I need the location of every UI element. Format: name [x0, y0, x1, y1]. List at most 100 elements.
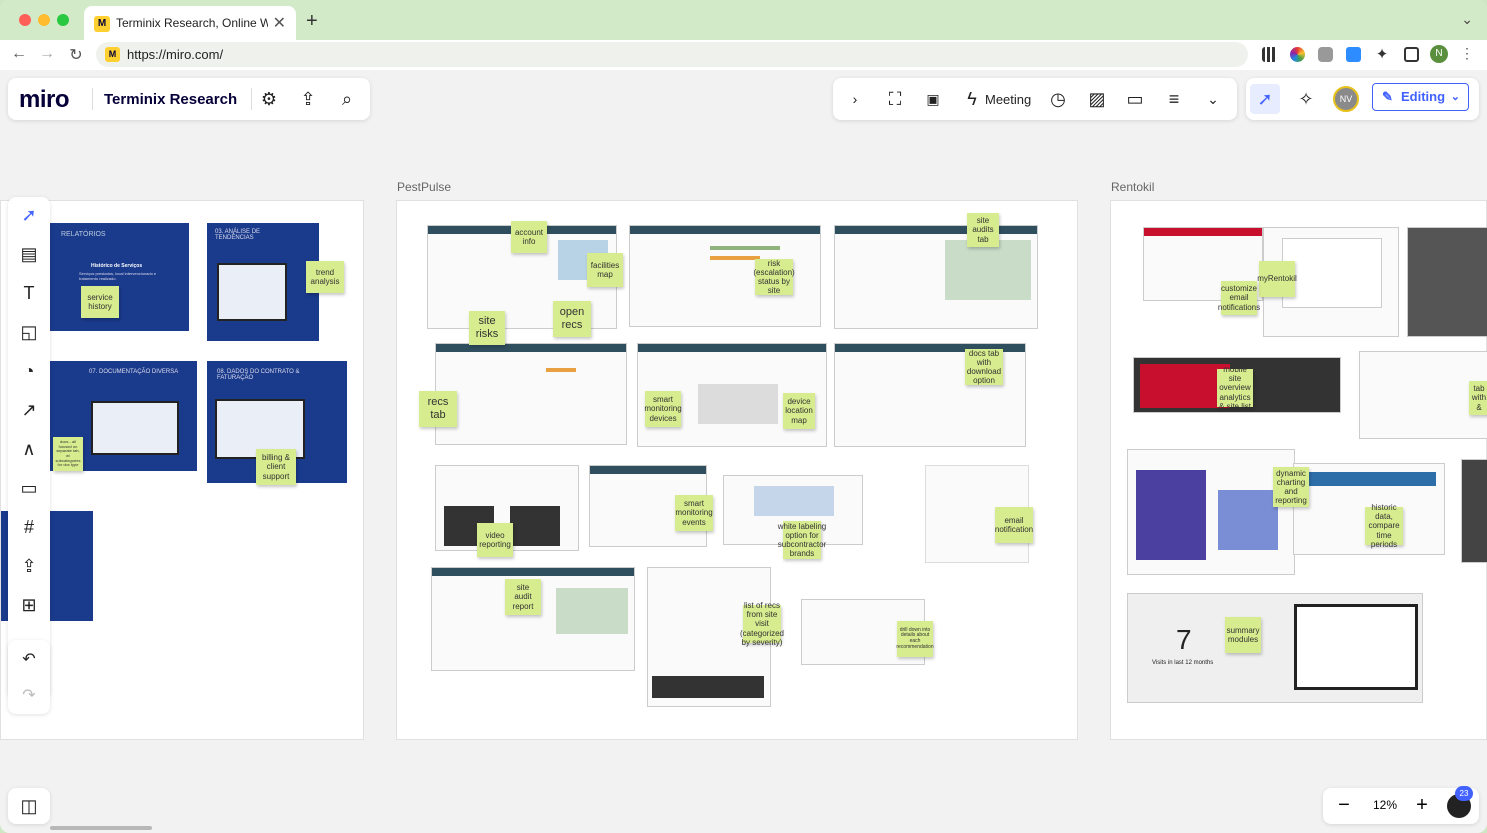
sticky-note[interactable]: site risks: [469, 311, 505, 345]
undo-icon[interactable]: ↶: [15, 646, 43, 674]
sticky-note[interactable]: service history: [81, 286, 119, 318]
settings-gear-icon[interactable]: ⚙: [255, 85, 283, 113]
frame-title-rentokil[interactable]: Rentokil: [1111, 180, 1154, 194]
sticky-note[interactable]: recs tab: [419, 391, 457, 427]
sticky-note[interactable]: white labeling option for subcontractor …: [778, 521, 826, 559]
zoom-video-icon[interactable]: [1346, 47, 1361, 62]
browser-tab[interactable]: M Terminix Research, Online Whi ✕: [84, 6, 296, 40]
timer-dial-icon[interactable]: ◷: [1044, 85, 1072, 113]
summary-visits-label: Visits in last 12 months: [1152, 660, 1214, 666]
browser-tab-bar: M Terminix Research, Online Whi ✕ + ⌄: [0, 0, 1487, 40]
zoom-in-button[interactable]: +: [1411, 794, 1433, 816]
sticky-note[interactable]: billing & client support: [256, 449, 296, 485]
sticky-note[interactable]: drill down into details about each recom…: [896, 621, 934, 657]
maximize-window-button[interactable]: [57, 14, 69, 26]
sticky-note[interactable]: account info: [511, 221, 547, 253]
user-avatar[interactable]: NV: [1333, 86, 1359, 112]
frame-title-pestpulse[interactable]: PestPulse: [397, 180, 451, 194]
close-window-button[interactable]: [19, 14, 31, 26]
sticky-note[interactable]: summary modules: [1225, 617, 1261, 653]
focus-frame-icon[interactable]: ⛶: [881, 85, 909, 113]
side-panel-icon[interactable]: [1404, 47, 1419, 62]
sticky-note[interactable]: trend analysis: [306, 261, 344, 293]
comment-icon[interactable]: ▭: [15, 474, 43, 502]
board-list-panel: ◫: [8, 788, 50, 824]
sticky-note[interactable]: customize email notifications: [1218, 281, 1260, 315]
text-tool-icon[interactable]: T: [15, 279, 43, 307]
browser-toolbar: ← → ↻ M https://miro.com/ ✦ N ⋮: [0, 40, 1487, 70]
zoom-out-button[interactable]: −: [1333, 794, 1355, 816]
frame-pestpulse[interactable]: account info facilities map site risks o…: [396, 200, 1078, 740]
presentation-icon[interactable]: ▭: [1121, 85, 1149, 113]
frame-slides[interactable]: RELATÓRIOS Histórico de Serviços Serviço…: [0, 200, 364, 740]
sticky-note[interactable]: mobile site overview analytics & site li…: [1217, 365, 1253, 411]
sticky-note[interactable]: tab with &: [1469, 381, 1487, 415]
board-name[interactable]: Terminix Research: [104, 91, 237, 108]
pen-icon[interactable]: ∧: [15, 435, 43, 463]
export-upload-icon[interactable]: ⇪: [294, 85, 322, 113]
sticky-note[interactable]: smart monitoring devices: [644, 391, 682, 427]
sticky-note[interactable]: smart monitoring events: [675, 495, 713, 531]
sticky-note[interactable]: device location map: [783, 393, 815, 429]
grid-apps-icon[interactable]: [1262, 47, 1277, 62]
profile-avatar[interactable]: N: [1430, 45, 1448, 63]
slide-documentacao-title: 07. DOCUMENTAÇÃO DIVERSA: [89, 369, 179, 375]
sticky-note[interactable]: historic data, compare time periods: [1365, 503, 1403, 549]
url-text: https://miro.com/: [127, 47, 224, 62]
board-header-panel: miro Terminix Research ⚙ ⇪ ⌕: [8, 78, 370, 120]
sticky-note-icon[interactable]: ◱: [15, 318, 43, 346]
sticky-note[interactable]: risk (escalation) status by site: [753, 259, 794, 296]
notes-list-icon[interactable]: ≡: [1160, 85, 1188, 113]
select-tool-icon[interactable]: ➚: [15, 201, 43, 229]
connection-line-icon[interactable]: ↗: [15, 396, 43, 424]
miro-logo[interactable]: miro: [19, 86, 70, 114]
templates-icon[interactable]: ▤: [15, 240, 43, 268]
minimize-window-button[interactable]: [38, 14, 50, 26]
address-bar[interactable]: M https://miro.com/: [96, 42, 1248, 67]
miro-canvas[interactable]: miro Terminix Research ⚙ ⇪ ⌕ › ⛶ ▣ ϟ Mee…: [0, 70, 1487, 833]
reactions-icon[interactable]: ▨: [1083, 85, 1111, 113]
upload-icon[interactable]: ⇪: [15, 552, 43, 580]
search-icon[interactable]: ⌕: [333, 85, 361, 113]
redo-icon[interactable]: ↷: [15, 682, 43, 710]
slide-historico-title: Histórico de Serviços: [91, 263, 143, 269]
extensions-puzzle-icon[interactable]: ✦: [1372, 45, 1392, 63]
new-tab-button[interactable]: +: [306, 10, 318, 33]
frame-rentokil[interactable]: 7 Visits in last 12 months myRentokil cu…: [1110, 200, 1487, 740]
tab-search-chevron-icon[interactable]: ⌄: [1461, 11, 1473, 28]
meeting-button[interactable]: Meeting: [985, 92, 1031, 107]
sticky-note[interactable]: myRentokil: [1257, 261, 1297, 297]
meeting-lightning-icon: ϟ: [967, 89, 977, 109]
color-extension-icon[interactable]: [1290, 47, 1305, 62]
sticky-note[interactable]: facilities map: [587, 253, 623, 287]
reload-icon[interactable]: ↻: [66, 45, 86, 65]
sticky-note[interactable]: video reporting: [477, 523, 513, 557]
expand-chevron-icon[interactable]: ›: [841, 85, 869, 113]
more-chevron-icon[interactable]: ⌄: [1199, 85, 1227, 113]
shapes-icon[interactable]: ◔: [15, 357, 43, 385]
timer-icon[interactable]: ▣: [919, 85, 947, 113]
horizontal-scrollbar[interactable]: [50, 826, 152, 830]
sticky-note[interactable]: docs tab with download option: [965, 349, 1003, 385]
celebrate-icon[interactable]: ✧: [1292, 85, 1320, 113]
forward-arrow-icon[interactable]: →: [37, 45, 57, 63]
summary-big-number: 7: [1176, 624, 1192, 655]
more-menu-icon[interactable]: ⋮: [1457, 45, 1477, 62]
more-apps-plus-icon[interactable]: ⊞: [15, 591, 43, 619]
creation-toolbar: ➚ ▤ T ◱ ◔ ↗ ∧ ▭ # ⇪ ⊞: [8, 197, 50, 699]
sticky-note[interactable]: docs - all housed on separate tab, w/ su…: [53, 437, 83, 471]
chevron-down-icon: ⌄: [1450, 91, 1460, 103]
sticky-note[interactable]: site audits tab: [967, 213, 999, 247]
editing-mode-dropdown[interactable]: ✎ Editing ⌄: [1372, 83, 1469, 111]
sticky-note[interactable]: email notification: [995, 507, 1033, 543]
zoom-level[interactable]: 12%: [1365, 798, 1405, 812]
back-arrow-icon[interactable]: ←: [9, 45, 29, 63]
frame-tool-icon[interactable]: #: [15, 513, 43, 541]
camera-icon[interactable]: [1318, 47, 1333, 62]
sticky-note[interactable]: open recs: [553, 301, 591, 337]
close-tab-icon[interactable]: ✕: [273, 13, 286, 33]
sticky-note[interactable]: list of recs from site visit (categorize…: [740, 601, 784, 647]
sticky-note[interactable]: dynamic charting and reporting: [1273, 467, 1309, 507]
sidebar-toggle-icon[interactable]: ◫: [15, 792, 43, 820]
sticky-note[interactable]: site audit report: [505, 579, 541, 615]
